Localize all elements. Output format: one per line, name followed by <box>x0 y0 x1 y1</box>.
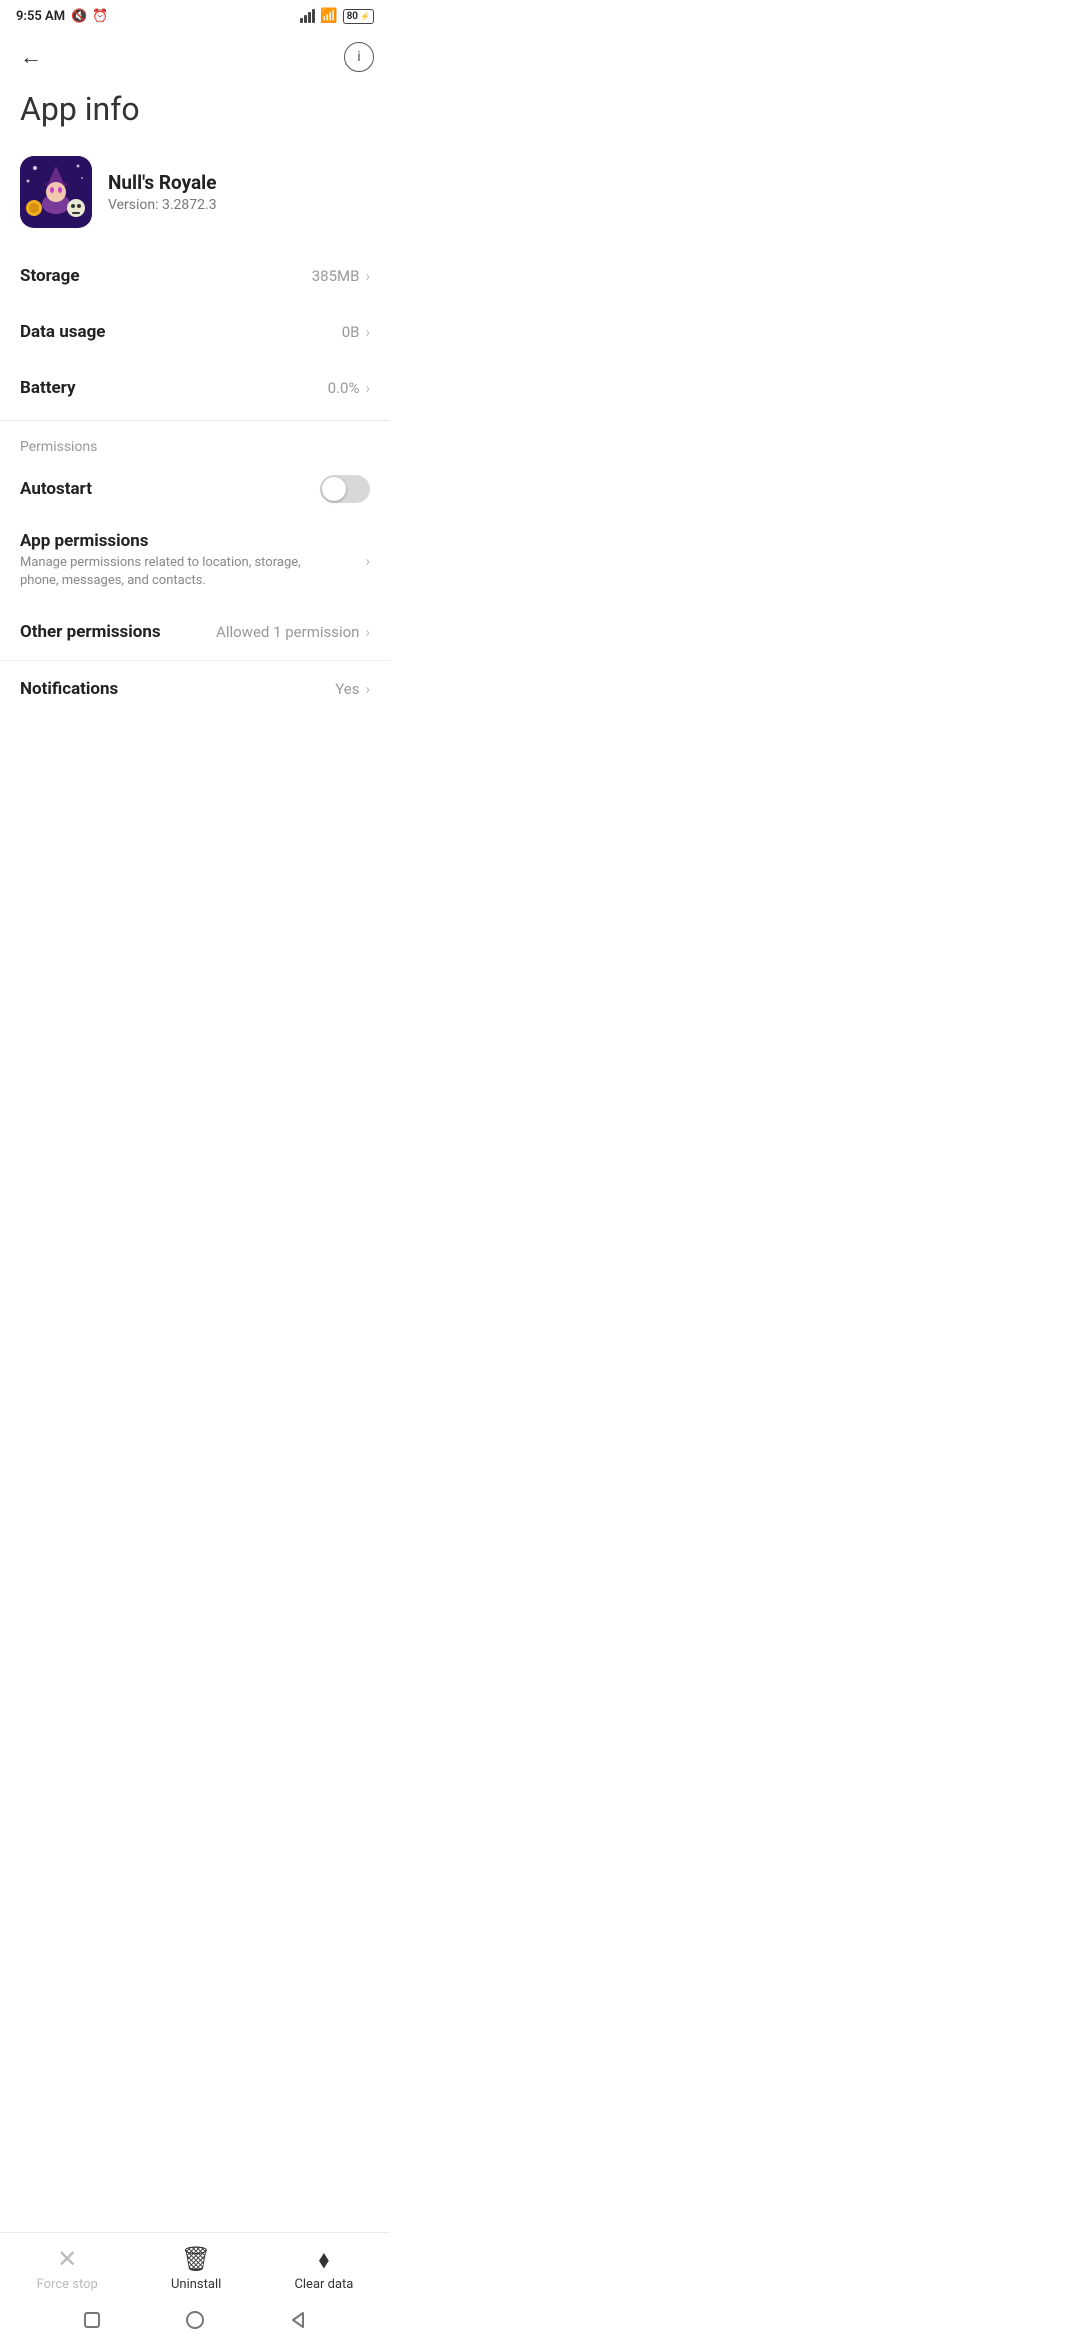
storage-label: Storage <box>20 266 80 286</box>
nav-square-button[interactable] <box>80 2308 104 2332</box>
clear-data-button[interactable]: ⬧ Clear data <box>294 2245 353 2292</box>
other-permissions-row[interactable]: Other permissions Allowed 1 permission › <box>0 604 390 660</box>
app-name: Null's Royale <box>108 171 217 194</box>
data-usage-value-group: 0B › <box>342 323 370 341</box>
uninstall-icon: 🗑 <box>181 2245 211 2273</box>
data-usage-row[interactable]: Data usage 0B › <box>0 304 390 360</box>
app-permissions-row[interactable]: App permissions Manage permissions relat… <box>0 517 390 604</box>
status-bar: 9:55 AM 🔇 ⏰ 📶 80 ⚡ <box>0 0 390 30</box>
nav-back-icon <box>289 2311 307 2329</box>
app-permissions-desc: Manage permissions related to location, … <box>20 554 330 590</box>
info-icon: i <box>357 49 360 65</box>
clear-data-icon: ⬧ <box>319 2245 330 2273</box>
nav-back-button[interactable] <box>286 2308 310 2332</box>
force-stop-icon: ✕ <box>57 2245 77 2273</box>
status-indicators: 📶 80 ⚡ <box>300 8 374 24</box>
storage-chevron: › <box>365 267 370 285</box>
nav-square-icon <box>83 2311 101 2329</box>
nav-home-button[interactable] <box>183 2308 207 2332</box>
battery-label: Battery <box>20 378 76 398</box>
notifications-value-group: Yes › <box>335 680 370 698</box>
uninstall-label: Uninstall <box>171 2277 221 2292</box>
system-nav-bar <box>0 2300 390 2340</box>
notifications-value: Yes <box>335 680 359 698</box>
notifications-row[interactable]: Notifications Yes › <box>0 660 390 717</box>
force-stop-button[interactable]: ✕ Force stop <box>37 2245 98 2292</box>
other-permissions-chevron: › <box>365 623 370 641</box>
data-usage-label: Data usage <box>20 322 105 342</box>
battery-row[interactable]: Battery 0.0% › <box>0 360 390 416</box>
app-permissions-text: App permissions Manage permissions relat… <box>20 531 365 590</box>
battery-icon: 80 ⚡ <box>343 9 374 24</box>
app-version: Version: 3.2872.3 <box>108 197 217 213</box>
uninstall-button[interactable]: 🗑 Uninstall <box>171 2245 221 2292</box>
autostart-toggle[interactable] <box>320 475 370 503</box>
data-usage-chevron: › <box>365 323 370 341</box>
status-time: 9:55 AM 🔇 ⏰ <box>16 9 108 24</box>
storage-value-group: 385MB › <box>312 267 370 285</box>
toggle-thumb <box>322 477 346 501</box>
notifications-label: Notifications <box>20 679 118 699</box>
other-permissions-value-group: Allowed 1 permission › <box>216 623 370 641</box>
status-icons: 🔇 ⏰ <box>71 9 108 24</box>
clear-data-label: Clear data <box>294 2277 353 2292</box>
other-permissions-value: Allowed 1 permission <box>216 623 359 641</box>
nav-home-icon <box>185 2310 205 2330</box>
force-stop-label: Force stop <box>37 2277 98 2292</box>
app-icon-svg <box>20 156 92 228</box>
autostart-row: Autostart <box>0 461 390 517</box>
signal-icon <box>300 9 315 23</box>
battery-value: 0.0% <box>328 379 360 397</box>
app-permissions-title: App permissions <box>20 531 365 551</box>
battery-chevron: › <box>365 379 370 397</box>
notifications-chevron: › <box>365 680 370 698</box>
bottom-action-bar: ✕ Force stop 🗑 Uninstall ⬧ Clear data <box>0 2232 390 2300</box>
back-button[interactable]: ← <box>16 40 46 74</box>
app-details: Null's Royale Version: 3.2872.3 <box>108 171 217 213</box>
mute-icon: 🔇 <box>71 9 87 24</box>
bottom-spacer <box>0 717 390 837</box>
page-title: App info <box>0 82 390 148</box>
app-info-card: Null's Royale Version: 3.2872.3 <box>0 148 390 248</box>
battery-value-group: 0.0% › <box>328 379 370 397</box>
data-usage-value: 0B <box>342 323 360 341</box>
section-divider <box>0 420 390 421</box>
other-permissions-label: Other permissions <box>20 622 161 642</box>
alarm-icon: ⏰ <box>92 9 108 24</box>
permissions-header: Permissions <box>0 425 390 461</box>
top-nav: ← i <box>0 30 390 82</box>
app-icon <box>20 156 92 228</box>
storage-row[interactable]: Storage 385MB › <box>0 248 390 304</box>
info-button[interactable]: i <box>344 42 374 72</box>
autostart-label: Autostart <box>20 479 92 499</box>
app-permissions-chevron: › <box>365 552 370 570</box>
wifi-icon: 📶 <box>320 8 337 24</box>
storage-value: 385MB <box>312 267 360 285</box>
